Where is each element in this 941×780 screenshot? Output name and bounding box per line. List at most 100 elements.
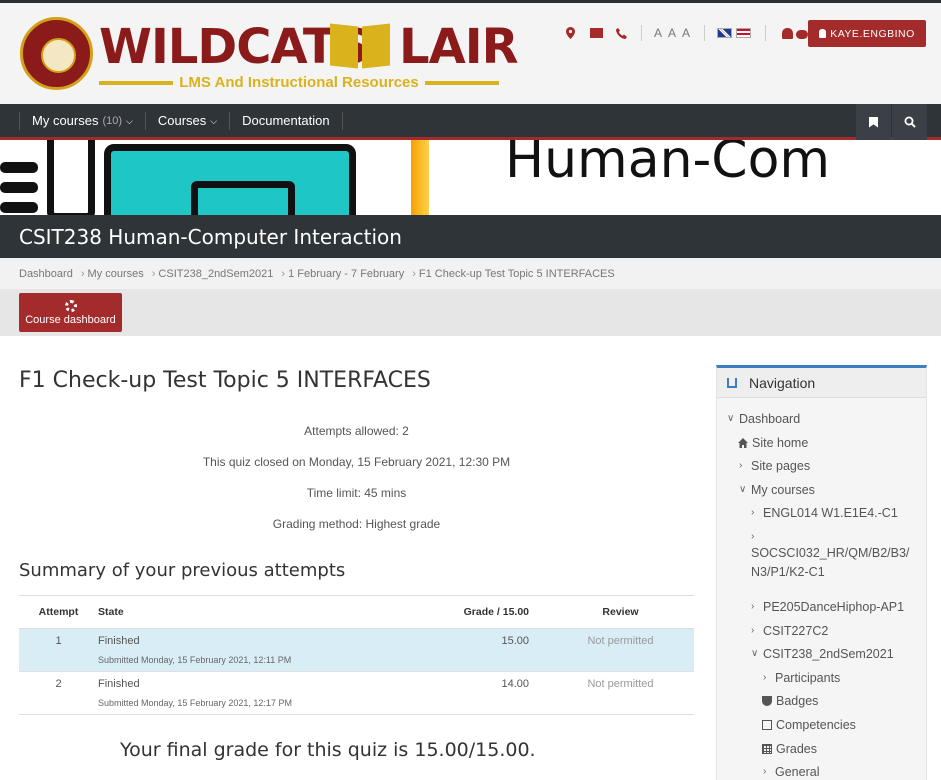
breadcrumb-course[interactable]: CSIT238_2ndSem2021 xyxy=(158,268,273,280)
course-banner-image: Human-Com xyxy=(0,140,941,215)
attempts-table: Attempt State Grade / 15.00 Review 1 Fin… xyxy=(19,595,694,715)
table-header-row: Attempt State Grade / 15.00 Review xyxy=(19,595,694,629)
attempts-summary-title: Summary of your previous attempts xyxy=(19,560,346,581)
nav-courses[interactable]: Courses ⌵ xyxy=(144,111,229,130)
banner-graphic-screen xyxy=(104,144,356,215)
attempt-number: 2 xyxy=(19,671,98,715)
nav-node-label: Competencies xyxy=(776,717,856,732)
site-logo[interactable]: WILDCATS LAIR LMS And Instructional Reso… xyxy=(20,17,519,91)
bell-icon[interactable] xyxy=(782,28,794,39)
nav-node-label: PE205DanceHiphop-AP1 xyxy=(763,599,905,614)
checkbox-icon xyxy=(762,719,772,730)
chat-icon[interactable] xyxy=(796,30,809,39)
nav-node-label: Participants xyxy=(775,670,841,685)
mail-icon[interactable] xyxy=(590,28,603,38)
attempt-grade: 14.00 xyxy=(388,671,547,715)
nav-node-grades[interactable]: Grades xyxy=(717,742,926,766)
table-row: 1 Finished Submitted Monday, 15 February… xyxy=(19,628,694,672)
book-icon xyxy=(329,21,391,69)
search-button[interactable] xyxy=(892,104,927,140)
chevron-right-icon: › xyxy=(751,600,755,612)
breadcrumb-separator: › xyxy=(281,267,286,280)
attempt-state-cell: Finished Submitted Monday, 15 February 2… xyxy=(98,671,388,715)
nav-my-courses[interactable]: My courses (10) ⌵ xyxy=(19,111,145,130)
nav-node-general[interactable]: › General xyxy=(717,765,926,780)
attempt-submitted: Submitted Monday, 15 February 2021, 12:1… xyxy=(98,698,292,708)
breadcrumb: Dashboard › My courses › CSIT238_2ndSem2… xyxy=(0,258,941,289)
nav-node-site-pages[interactable]: › Site pages xyxy=(717,459,926,483)
nav-node-label: CSIT238_2ndSem2021 xyxy=(763,647,894,662)
breadcrumb-my-courses[interactable]: My courses xyxy=(88,268,144,280)
banner-graphic-strip xyxy=(411,140,429,215)
nav-node-competencies[interactable]: Competencies xyxy=(717,718,926,742)
logo-subtitle-row: LMS And Instructional Resources xyxy=(99,73,500,93)
course-title: CSIT238 Human-Computer Interaction xyxy=(19,224,402,249)
uk-flag-icon[interactable] xyxy=(717,28,733,38)
navigation-block-header[interactable]: Navigation xyxy=(717,368,926,398)
chevron-right-icon: › xyxy=(763,766,767,778)
logo-line-left xyxy=(99,80,174,85)
us-flag-icon[interactable] xyxy=(736,28,752,38)
nav-node-dashboard[interactable]: ∨ Dashboard xyxy=(717,412,926,436)
chevron-down-icon: ⌵ xyxy=(210,115,218,126)
nav-node-badges[interactable]: Badges xyxy=(717,694,926,718)
nav-node-course[interactable]: › SOCSCI032_HR/QM/B2/B3/N3/P1/K2-C1 xyxy=(717,530,926,600)
nav-node-label: Grades xyxy=(776,741,817,756)
font-size-switcher[interactable]: A A A xyxy=(654,26,692,40)
chevron-down-icon: ⌵ xyxy=(126,115,133,126)
nav-node-label: General xyxy=(775,765,820,780)
quiz-closed-date: This quiz closed on Monday, 15 February … xyxy=(202,455,511,469)
attempt-review: Not permitted xyxy=(547,628,694,672)
nav-node-label: CSIT227C2 xyxy=(763,623,829,638)
attempt-review: Not permitted xyxy=(547,671,694,715)
user-menu-button[interactable]: KAYE.ENGBINO xyxy=(808,20,926,47)
user-name: KAYE.ENGBINO xyxy=(830,27,915,40)
course-dashboard-bar: Course dashboard xyxy=(0,289,941,336)
nav-node-label: My courses xyxy=(751,482,815,497)
nav-node-current-course[interactable]: ∨ CSIT238_2ndSem2021 xyxy=(717,647,926,671)
phone-icon[interactable] xyxy=(616,27,627,39)
main-region: F1 Check-up Test Topic 5 INTERFACES Atte… xyxy=(0,336,941,780)
chevron-down-icon: ∨ xyxy=(751,648,759,660)
attempt-state: Finished xyxy=(98,635,140,647)
logo-line-right xyxy=(424,80,500,85)
nav-node-site-home[interactable]: Site home xyxy=(717,436,926,460)
header-icons: A A A xyxy=(566,25,831,41)
breadcrumb-section[interactable]: 1 February - 7 February xyxy=(288,268,404,280)
banner-graphic-device xyxy=(47,140,95,215)
chevron-right-icon: › xyxy=(763,671,767,683)
nav-node-course[interactable]: › PE205DanceHiphop-AP1 xyxy=(717,600,926,624)
chevron-down-icon: ∨ xyxy=(727,413,735,424)
logo-wordmark: WILDCATS LAIR LMS And Instructional Reso… xyxy=(99,19,519,91)
notification-group xyxy=(782,28,809,42)
map-pin-icon[interactable] xyxy=(566,27,575,39)
breadcrumb-dashboard[interactable]: Dashboard xyxy=(19,268,73,280)
nav-node-course[interactable]: › CSIT227C2 xyxy=(717,624,926,648)
breadcrumb-quiz[interactable]: F1 Check-up Test Topic 5 INTERFACES xyxy=(419,268,615,280)
nav-node-label: Badges xyxy=(776,694,819,709)
attempt-state-cell: Finished Submitted Monday, 15 February 2… xyxy=(98,628,388,672)
bookmark-button[interactable] xyxy=(856,104,891,140)
navigation-block-title: Navigation xyxy=(749,374,816,391)
attempts-allowed: Attempts allowed: 2 xyxy=(304,424,409,438)
navigation-tree: ∨ Dashboard Site home › Site pages ∨ My … xyxy=(717,398,926,780)
quiz-title: F1 Check-up Test Topic 5 INTERFACES xyxy=(19,368,431,393)
course-dashboard-button[interactable]: Course dashboard xyxy=(19,293,122,332)
nav-courses-label: Courses xyxy=(157,112,207,128)
final-grade: Your final grade for this quiz is 15.00/… xyxy=(120,739,536,761)
banner-text: Human-Com xyxy=(505,140,831,190)
sitemap-icon xyxy=(727,377,737,388)
nav-documentation[interactable]: Documentation xyxy=(229,111,343,130)
nav-node-my-courses[interactable]: ∨ My courses xyxy=(717,483,926,507)
nav-my-courses-count: (10) xyxy=(102,114,123,127)
cogs-icon xyxy=(64,299,77,312)
nav-node-course[interactable]: › ENGL014 W1.E1E4.-C1 xyxy=(717,506,926,530)
course-dashboard-label: Course dashboard xyxy=(25,313,116,326)
course-title-bar: CSIT238 Human-Computer Interaction xyxy=(0,215,941,258)
chevron-right-icon: › xyxy=(751,530,755,542)
nav-node-participants[interactable]: › Participants xyxy=(717,671,926,695)
attempt-number: 1 xyxy=(19,628,98,672)
nav-node-label: ENGL014 W1.E1E4.-C1 xyxy=(763,506,898,521)
search-icon xyxy=(904,116,916,128)
logo-title-lair: LAIR xyxy=(399,18,519,75)
